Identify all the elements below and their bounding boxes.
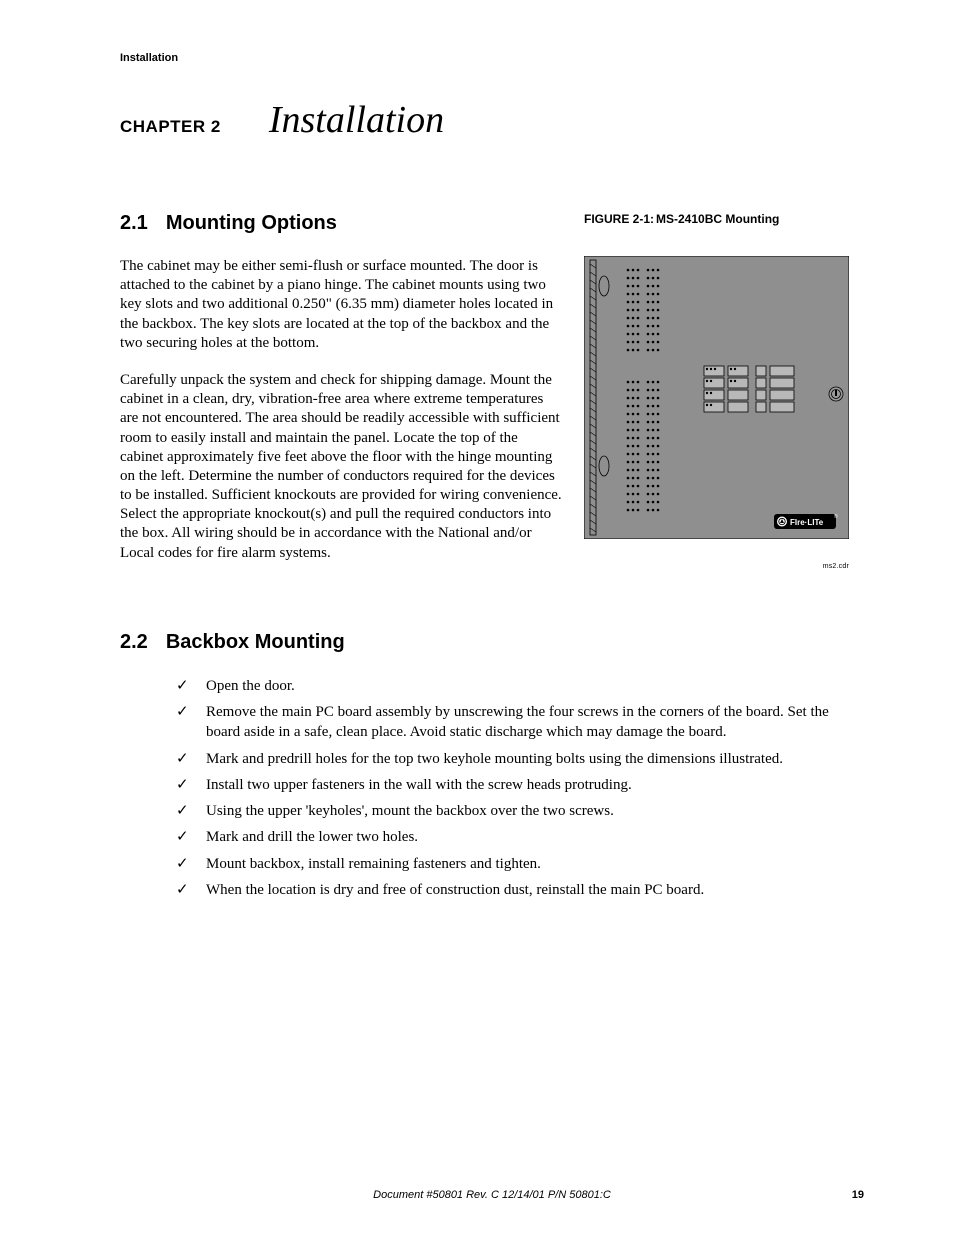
section-title: Backbox Mounting [166, 631, 345, 653]
chapter-title: Installation [269, 98, 444, 142]
chapter-heading: CHAPTER 2 Installation [120, 98, 864, 142]
list-item: Mark and predrill holes for the top two … [176, 749, 864, 769]
page-footer: Document #50801 Rev. C 12/14/01 P/N 5080… [120, 1189, 864, 1201]
section-2-1-para-2: Carefully unpack the system and check fo… [120, 371, 564, 563]
footer-doc-info: Document #50801 Rev. C 12/14/01 P/N 5080… [368, 1189, 616, 1201]
figure-2-1-caption: FIGURE 2-1:MS-2410BC Mounting [584, 212, 864, 226]
chapter-label: CHAPTER 2 [120, 117, 221, 137]
panel-illustration: FIre·LITe ® [584, 256, 849, 539]
figure-title: MS-2410BC Mounting [656, 212, 779, 226]
figure-2-1-image: FIre·LITe ® ms2.cdr [584, 256, 849, 556]
svg-text:®: ® [834, 513, 838, 520]
list-item: Mount backbox, install remaining fastene… [176, 854, 864, 874]
brand-text: FIre·LITe [790, 518, 824, 527]
list-item: When the location is dry and free of con… [176, 880, 864, 900]
footer-page-number: 19 [616, 1189, 864, 1201]
list-item: Mark and drill the lower two holes. [176, 827, 864, 847]
list-item: Install two upper fasteners in the wall … [176, 775, 864, 795]
section-2-1-para-1: The cabinet may be either semi-flush or … [120, 257, 564, 353]
running-header: Installation [120, 52, 864, 64]
list-item: Open the door. [176, 676, 864, 696]
section-2-1-heading: 2.1 Mounting Options [120, 212, 564, 235]
list-item: Using the upper 'keyholes', mount the ba… [176, 801, 864, 821]
figure-label: FIGURE 2-1: [584, 212, 654, 226]
section-2-2-heading: 2.2 Backbox Mounting [120, 631, 864, 654]
drawing-id: ms2.cdr [823, 563, 849, 570]
section-number: 2.1 [120, 212, 148, 234]
section-title: Mounting Options [166, 212, 337, 234]
section-number: 2.2 [120, 631, 148, 653]
backbox-steps-list: Open the door. Remove the main PC board … [120, 676, 864, 900]
list-item: Remove the main PC board assembly by uns… [176, 702, 864, 743]
